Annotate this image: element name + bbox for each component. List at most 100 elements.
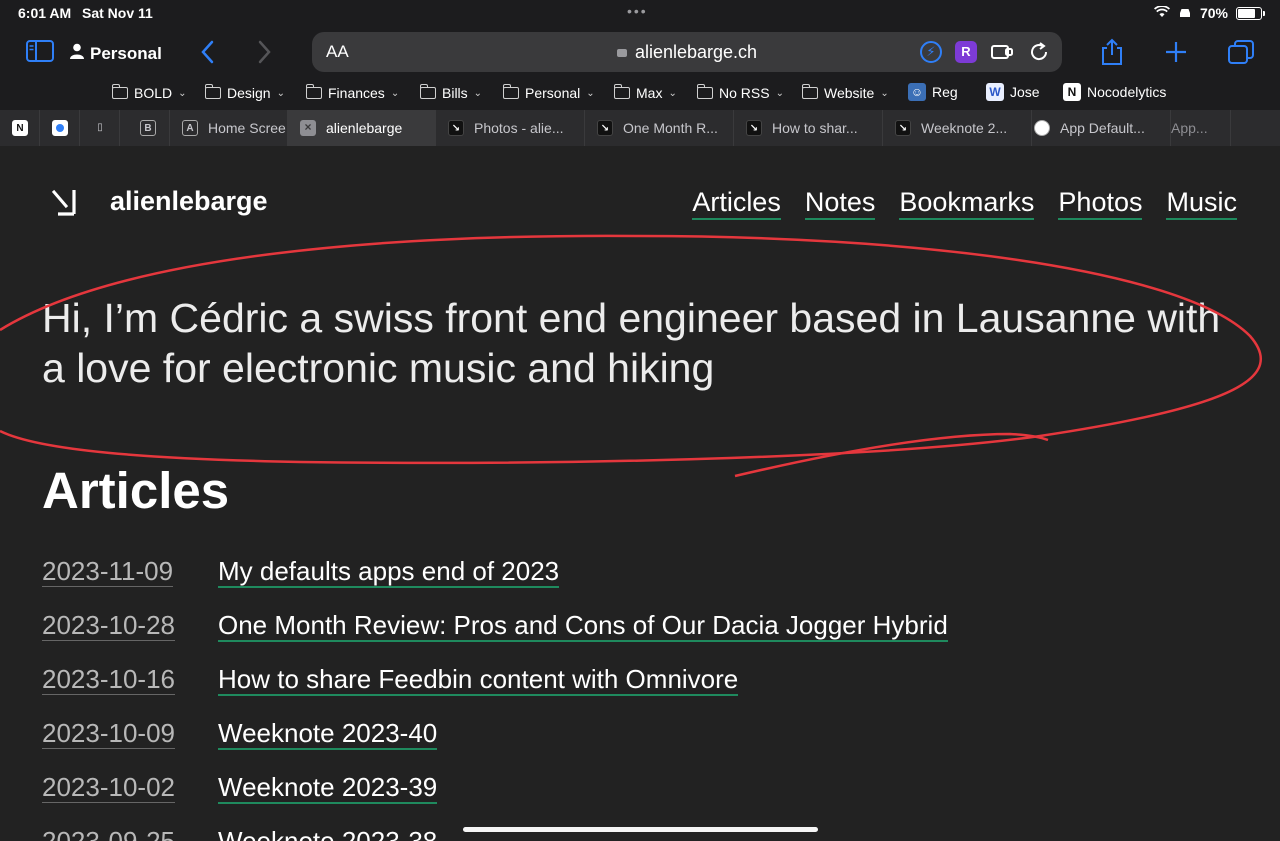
article-link[interactable]: My defaults apps end of 2023 (218, 556, 560, 588)
bookmarks-bar: BOLD ⌄ Design ⌄ Finances ⌄ Bills ⌄ Personal ⌄… (0, 82, 1280, 106)
tab-label: One Month R... (623, 120, 718, 136)
bookmark-folder-website[interactable]: Website ⌄ (801, 84, 889, 101)
tab-weeknote[interactable]: ↘ Weeknote 2... (883, 110, 1032, 146)
forward-icon[interactable] (258, 40, 272, 68)
article-date: 2023-10-16 (42, 664, 218, 695)
tab-pinned-3[interactable]: ▯ (80, 110, 120, 146)
tab-how-to-share[interactable]: ↘ How to shar... (734, 110, 883, 146)
nav-notes[interactable]: Notes (804, 186, 876, 220)
bookmark-label: Max (636, 85, 663, 101)
new-tab-icon[interactable] (1164, 40, 1188, 68)
folder-icon (801, 84, 818, 99)
list-item: 2023-10-02 Weeknote 2023-39 (42, 772, 948, 826)
site-logo-icon: ↘ (895, 120, 911, 136)
tab-pinned-2[interactable] (40, 110, 80, 146)
status-time: 6:01 AM (18, 5, 72, 21)
bookmark-label: Website (824, 85, 875, 101)
nav-music[interactable]: Music (1166, 186, 1237, 220)
bookmark-folder-bold[interactable]: BOLD ⌄ (111, 84, 187, 101)
chevron-down-icon: ⌄ (276, 87, 285, 99)
extension-puzzle-icon[interactable] (990, 41, 1013, 63)
articles-heading: Articles (42, 462, 230, 519)
bookmark-folder-no-rss[interactable]: No RSS ⌄ (696, 84, 784, 101)
battery-percent: 70% (1199, 5, 1228, 21)
a-logo-icon: A (182, 120, 198, 136)
article-link[interactable]: Weeknote 2023-39 (218, 772, 438, 804)
profile-label: Personal (90, 43, 162, 63)
tab-overview-icon[interactable] (1227, 39, 1255, 69)
tab-photos[interactable]: ↘ Photos - alie... (436, 110, 585, 146)
blank-page-icon: ▯ (97, 122, 103, 133)
battery-icon (1236, 6, 1265, 20)
notion-logo-icon: N (1063, 83, 1081, 101)
date-text: 2023-10-02 (42, 772, 175, 803)
back-icon[interactable] (200, 40, 214, 68)
article-link[interactable]: Weeknote 2023-40 (218, 718, 438, 750)
site-logo-icon: ↘ (448, 120, 464, 136)
tab-notion[interactable]: N (0, 110, 40, 146)
chevron-down-icon: ⌄ (880, 87, 889, 99)
profile-button[interactable]: Personal (70, 43, 162, 64)
tab-label: alienlebarge (326, 120, 403, 136)
article-date: 2023-10-09 (42, 718, 218, 749)
site-nav: Articles Notes Bookmarks Photos Music (692, 186, 1237, 220)
bookmark-nocodelytics[interactable]: N Nocodelytics (1063, 83, 1166, 101)
chevron-down-icon: ⌄ (390, 87, 400, 99)
close-tab-icon[interactable]: × (300, 120, 316, 136)
date-text: 2023-10-09 (42, 718, 175, 749)
memoji-avatar-icon: ☺ (908, 83, 926, 101)
article-link[interactable]: One Month Review: Pros and Cons of Our D… (218, 610, 948, 642)
date-text: 2023-11-09 (42, 556, 174, 587)
site-name[interactable]: alienlebarge (110, 186, 268, 217)
share-icon[interactable] (1100, 38, 1124, 70)
bookmark-folder-max[interactable]: Max ⌄ (613, 84, 677, 101)
tab-one-month[interactable]: ↘ One Month R... (585, 110, 734, 146)
intro-text: Hi, I’m Cédric a swiss front end enginee… (42, 295, 1221, 391)
lightning-extension-icon[interactable]: ⚡ (920, 41, 942, 63)
date-text: 2023-09-25 (42, 826, 175, 841)
tab-app-overflow[interactable]: App... (1171, 110, 1231, 146)
avatar-icon (1034, 120, 1050, 136)
article-date: 2023-10-02 (42, 772, 218, 803)
reload-icon[interactable] (1028, 41, 1050, 63)
articles-list: 2023-11-09 My defaults apps end of 2023 2… (42, 556, 948, 841)
bookmark-folder-design[interactable]: Design ⌄ (204, 84, 285, 101)
bookmark-folder-bills[interactable]: Bills ⌄ (419, 84, 482, 101)
article-date: 2023-09-25 (42, 826, 218, 841)
nav-photos[interactable]: Photos (1058, 186, 1143, 220)
nav-bookmarks[interactable]: Bookmarks (899, 186, 1035, 220)
folder-icon (204, 84, 221, 99)
article-link[interactable]: Weeknote 2023-38 (218, 826, 437, 841)
bookmark-label: Bills (442, 85, 468, 101)
article-link[interactable]: How to share Feedbin content with Omnivo… (218, 664, 739, 696)
multitasking-dots-icon[interactable]: ••• (627, 3, 648, 19)
bookmark-folder-personal[interactable]: Personal ⌄ (502, 84, 595, 101)
folder-icon (696, 84, 713, 99)
extension-r-icon[interactable]: R (955, 41, 977, 63)
car-icon (1178, 5, 1192, 21)
bookmark-jose[interactable]: W Jose (986, 83, 1040, 101)
tab-alienlebarge[interactable]: × alienlebarge (288, 110, 436, 146)
bookmark-label: Jose (1010, 84, 1040, 100)
person-icon (70, 43, 84, 64)
b-logo-icon: B (140, 120, 156, 136)
folder-icon (111, 84, 128, 99)
home-indicator[interactable] (463, 827, 818, 832)
bookmark-folder-finances[interactable]: Finances ⌄ (305, 84, 400, 101)
tab-pinned-4[interactable]: B (120, 110, 170, 146)
folder-icon (613, 84, 630, 99)
bookmark-label: No RSS (719, 85, 770, 101)
tab-app-defaults[interactable]: App Default... (1032, 110, 1171, 146)
article-date: 2023-11-09 (42, 556, 218, 587)
date-text: 2023-10-28 (42, 610, 175, 641)
nav-articles[interactable]: Articles (692, 186, 781, 220)
list-item: 2023-10-09 Weeknote 2023-40 (42, 718, 948, 772)
sidebar-toggle-icon[interactable] (26, 40, 54, 66)
address-bar[interactable]: AA alienlebarge.ch ⚡ R (312, 32, 1062, 72)
site-logo-icon[interactable] (50, 186, 82, 218)
chevron-down-icon: ⌄ (668, 87, 677, 99)
tab-home-screen[interactable]: A Home Scree (170, 110, 288, 146)
url-field[interactable]: alienlebarge.ch (312, 42, 1062, 63)
folder-icon (502, 84, 519, 99)
bookmark-reg[interactable]: ☺ Reg (908, 83, 958, 101)
